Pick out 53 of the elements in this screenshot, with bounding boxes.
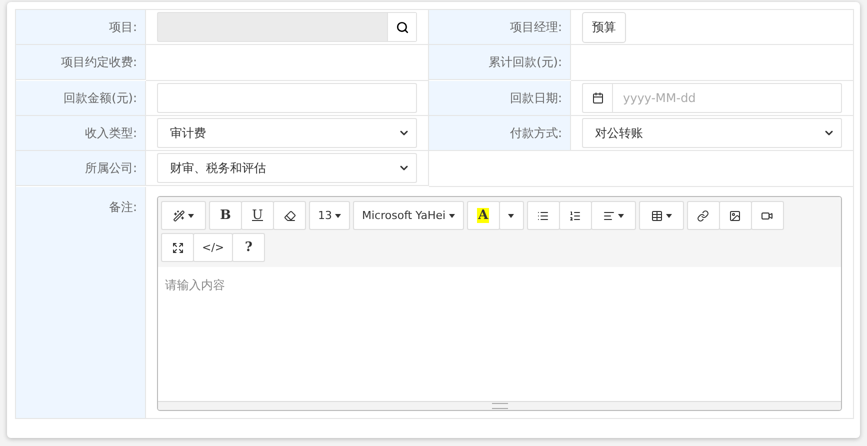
field-label: 项目经理: bbox=[510, 18, 562, 36]
fullscreen-icon bbox=[172, 242, 184, 254]
caret-icon bbox=[448, 214, 455, 218]
field-label: 累计回款(元): bbox=[488, 54, 562, 70]
fullscreen-button[interactable] bbox=[161, 233, 194, 262]
numbered-list-button[interactable] bbox=[558, 201, 592, 230]
toolbar-button[interactable]: ? bbox=[232, 233, 266, 262]
budget-button[interactable]: 预算 bbox=[582, 12, 626, 42]
field-label: 付款方式: bbox=[510, 124, 562, 142]
align-button[interactable] bbox=[590, 201, 636, 230]
eraser-icon bbox=[284, 210, 296, 222]
video-camera-button[interactable] bbox=[750, 201, 784, 230]
link-button[interactable] bbox=[686, 201, 720, 230]
field-label: 项目约定收费: bbox=[60, 54, 137, 70]
align-icon bbox=[602, 210, 615, 222]
eraser-button[interactable] bbox=[273, 201, 306, 230]
magic-wand-button[interactable] bbox=[161, 201, 206, 230]
color-dropdown-button[interactable] bbox=[498, 201, 524, 230]
bullet-list-button[interactable] bbox=[526, 201, 560, 230]
field-label: 备注: bbox=[108, 199, 137, 216]
field-label: 回款金额(元): bbox=[64, 90, 137, 106]
numbered-list-icon bbox=[569, 210, 582, 222]
select-field[interactable]: 审计费 bbox=[157, 118, 417, 148]
select-field[interactable]: 财审、税务和评估 bbox=[157, 153, 417, 183]
editor-content[interactable]: 请输入内容 bbox=[158, 267, 841, 401]
field-label: 收入类型: bbox=[84, 124, 137, 142]
caret-icon bbox=[618, 214, 624, 218]
table-icon bbox=[650, 210, 663, 222]
video-camera-icon bbox=[761, 210, 774, 222]
toolbar-button[interactable]: </> bbox=[193, 233, 234, 262]
image-button[interactable] bbox=[718, 201, 752, 230]
editor-placeholder: 请输入内容 bbox=[165, 278, 225, 292]
caret-icon bbox=[188, 214, 194, 218]
field-label: 项目: bbox=[108, 18, 137, 36]
highlight-button[interactable]: A bbox=[466, 201, 500, 230]
toolbar-button[interactable]: B bbox=[209, 201, 242, 230]
amount-input[interactable] bbox=[157, 83, 417, 113]
table-button[interactable] bbox=[638, 201, 684, 230]
caret-icon bbox=[508, 214, 514, 218]
select-field[interactable]: 对公转账 bbox=[582, 118, 842, 148]
image-icon bbox=[729, 210, 742, 222]
field-label: 所属公司: bbox=[84, 160, 137, 176]
caret-icon bbox=[335, 214, 341, 218]
link-icon bbox=[697, 210, 710, 222]
toolbar-button[interactable]: U bbox=[241, 201, 274, 230]
toolbar-button[interactable]: 13 bbox=[309, 201, 350, 230]
calendar-icon bbox=[592, 92, 604, 104]
field-label: 回款日期: bbox=[510, 90, 562, 106]
magic-wand-icon bbox=[173, 210, 185, 222]
caret-icon bbox=[666, 214, 672, 218]
date-field[interactable]: yyyy-MM-dd bbox=[582, 83, 842, 113]
search-icon bbox=[396, 20, 408, 34]
toolbar-button[interactable]: Microsoft YaHei bbox=[353, 201, 464, 230]
